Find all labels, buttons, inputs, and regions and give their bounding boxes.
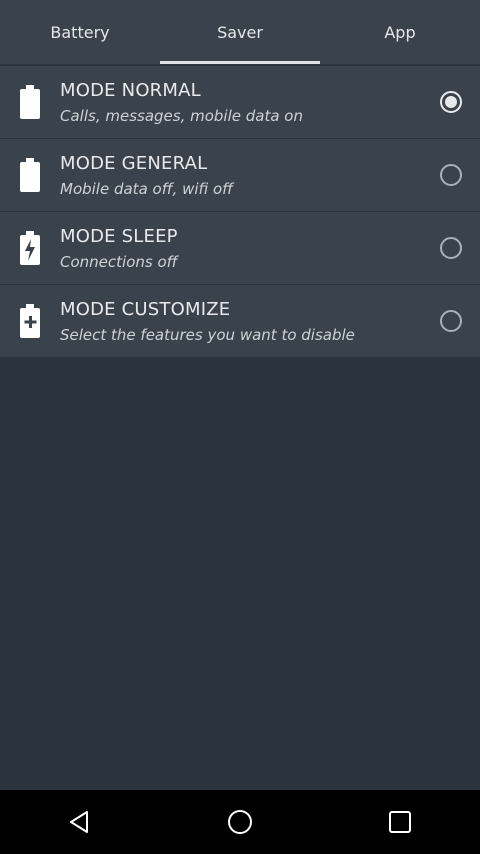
system-navbar xyxy=(0,790,480,854)
tab-label: Battery xyxy=(50,22,110,42)
home-icon[interactable] xyxy=(208,790,272,854)
recent-apps-icon[interactable] xyxy=(368,790,432,854)
mode-title: MODE CUSTOMIZE xyxy=(60,298,231,320)
tab-app[interactable]: App xyxy=(320,0,480,64)
mode-subtitle: Calls, messages, mobile data on xyxy=(60,106,303,125)
mode-customize-row[interactable]: MODE CUSTOMIZE Select the features you w… xyxy=(0,285,480,358)
mode-title: MODE SLEEP xyxy=(60,225,178,247)
tab-battery[interactable]: Battery xyxy=(0,0,160,64)
mode-sleep-row[interactable]: MODE SLEEP Connections off xyxy=(0,212,480,285)
mode-subtitle: Mobile data off, wifi off xyxy=(60,179,233,198)
tab-label: App xyxy=(384,22,416,42)
mode-general-radio[interactable] xyxy=(440,164,462,186)
mode-sleep-radio[interactable] xyxy=(440,237,462,259)
mode-subtitle: Connections off xyxy=(60,252,178,271)
mode-title: MODE GENERAL xyxy=(60,152,208,174)
battery-plus-icon xyxy=(0,285,60,357)
back-icon[interactable] xyxy=(48,790,112,854)
tab-saver[interactable]: Saver xyxy=(160,0,320,64)
tab-label: Saver xyxy=(217,22,263,42)
mode-general-row[interactable]: MODE GENERAL Mobile data off, wifi off xyxy=(0,139,480,212)
tab-bar: Battery Saver App xyxy=(0,0,480,64)
battery-charging-icon xyxy=(0,212,60,284)
battery-icon xyxy=(0,139,60,211)
mode-customize-radio[interactable] xyxy=(440,310,462,332)
mode-normal-row[interactable]: MODE NORMAL Calls, messages, mobile data… xyxy=(0,66,480,139)
mode-normal-radio[interactable] xyxy=(440,91,462,113)
mode-list: MODE NORMAL Calls, messages, mobile data… xyxy=(0,66,480,358)
battery-icon xyxy=(0,66,60,138)
mode-subtitle: Select the features you want to disable xyxy=(60,325,355,344)
mode-title: MODE NORMAL xyxy=(60,79,201,101)
